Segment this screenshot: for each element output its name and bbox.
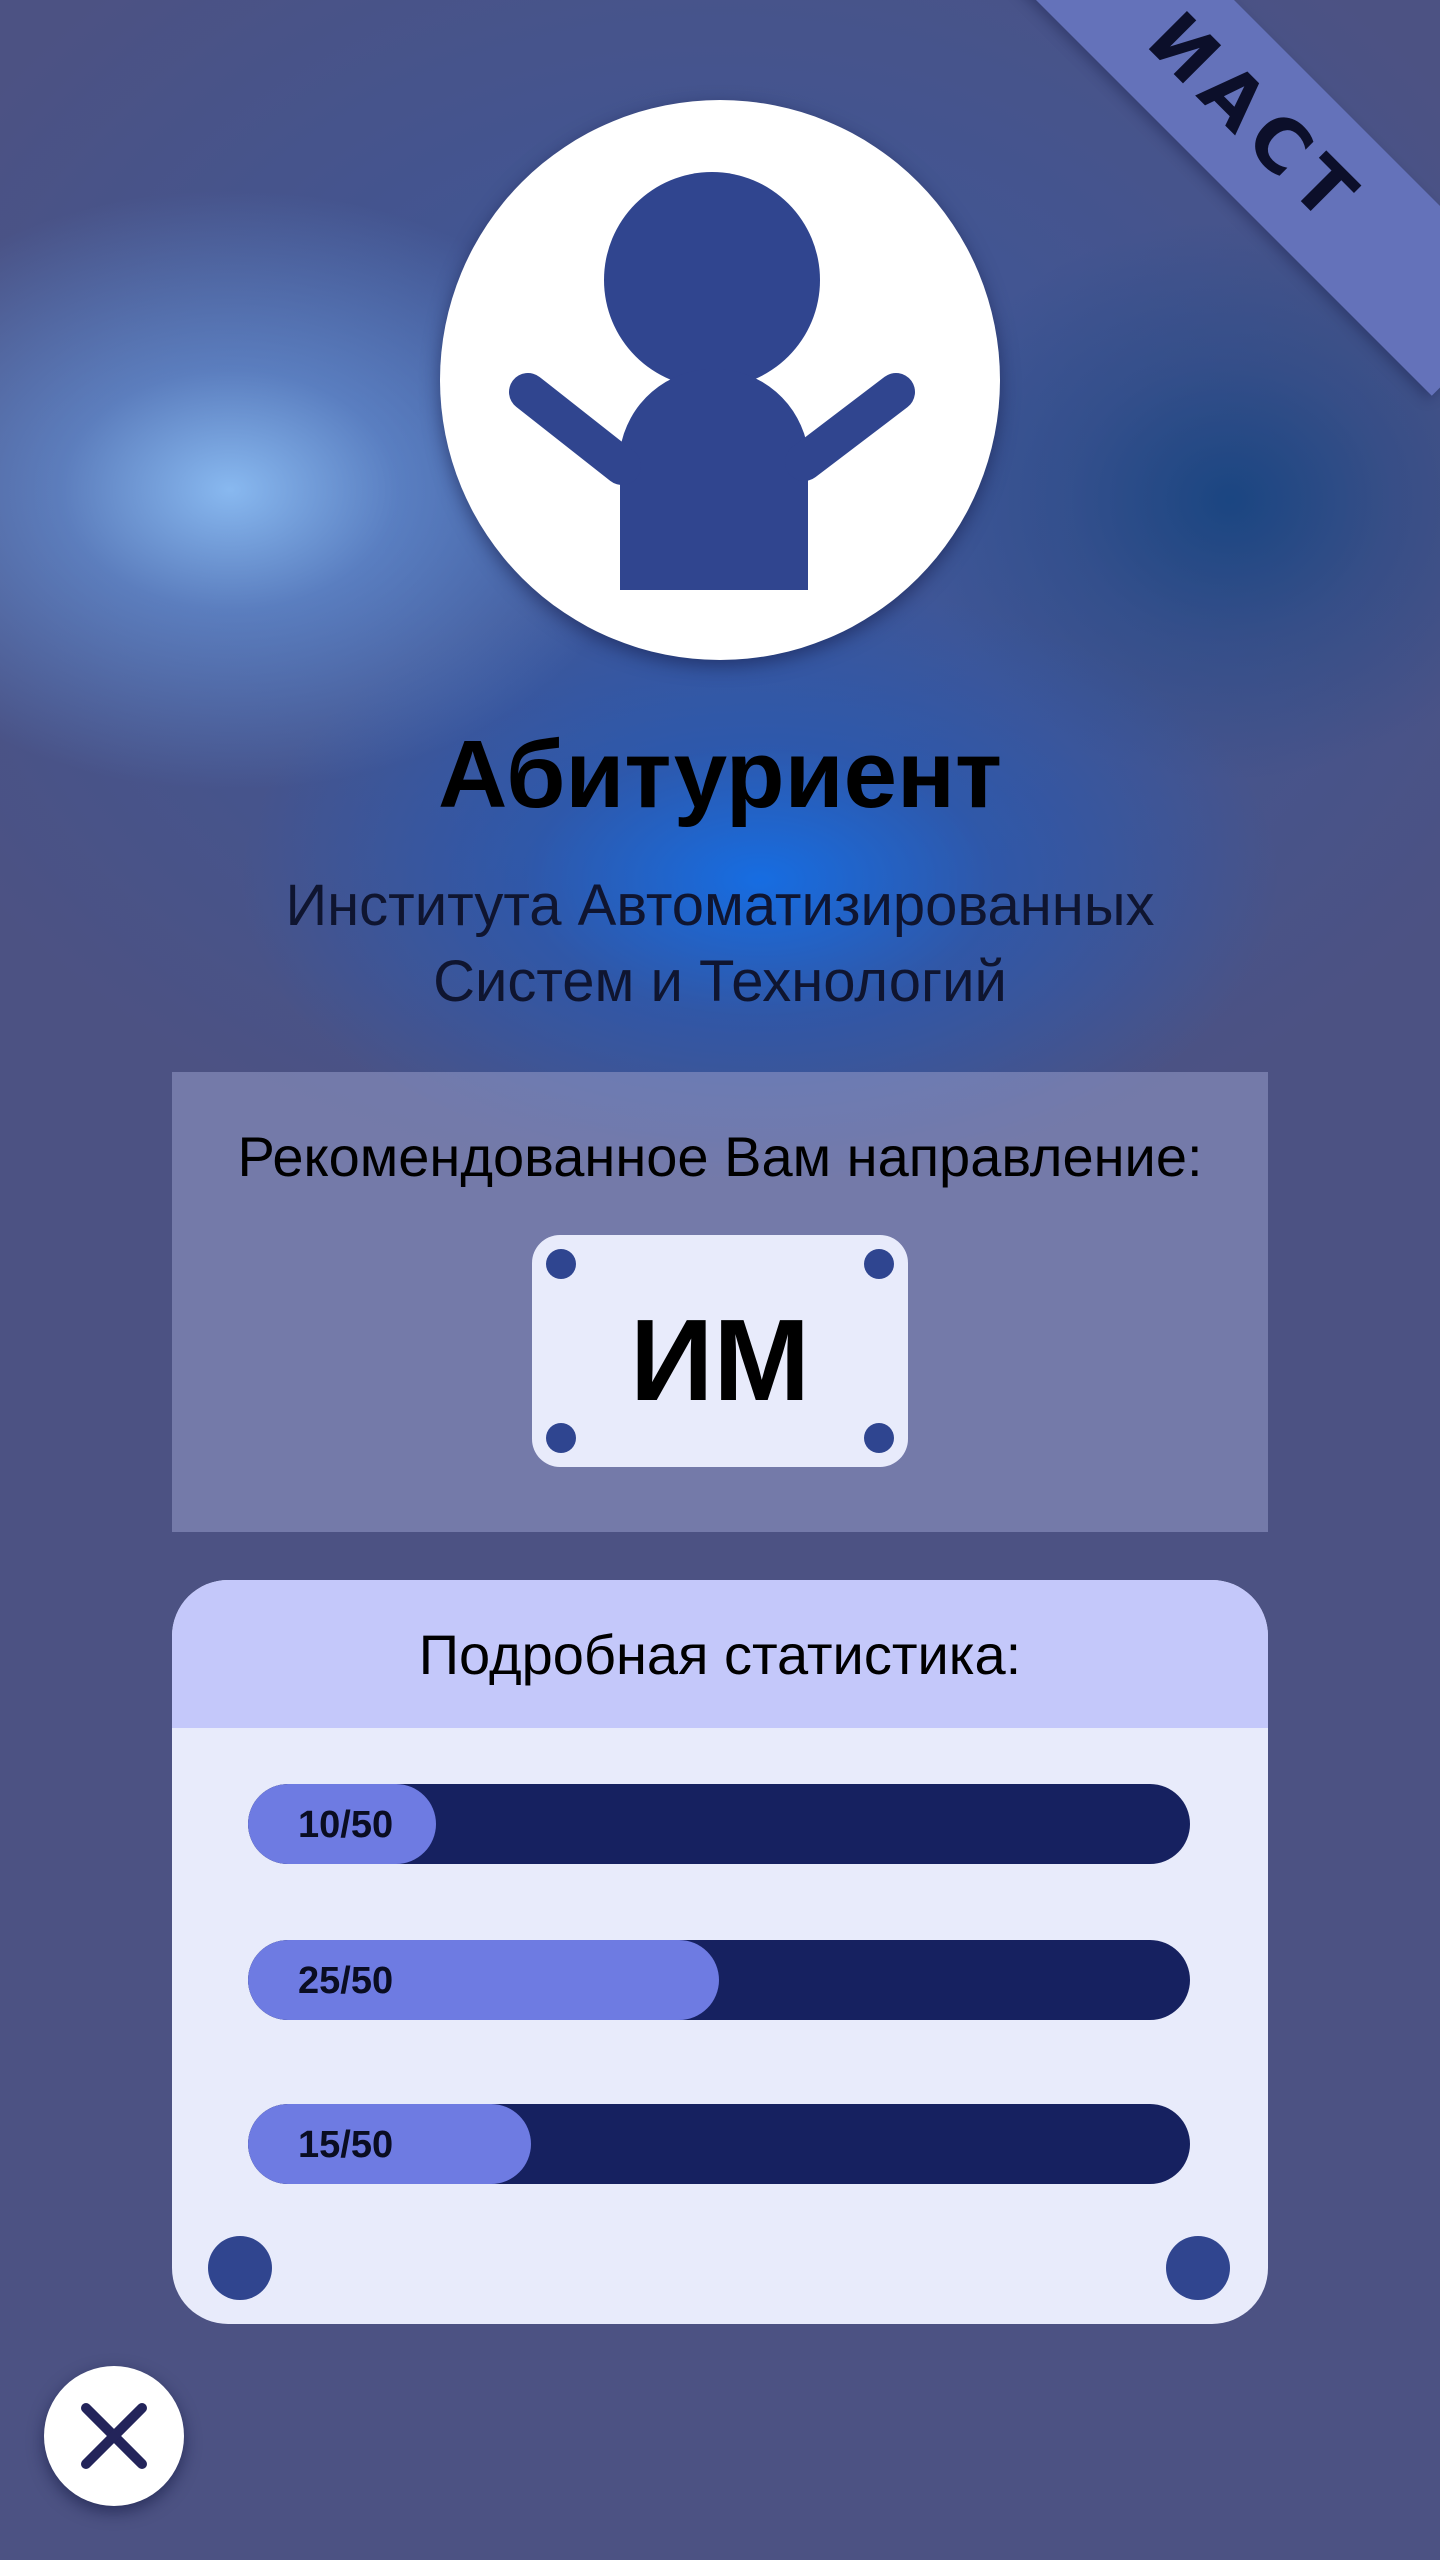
stat-bar-label: 25/50 bbox=[298, 1960, 394, 2002]
screw-bottom-left bbox=[546, 1423, 576, 1453]
person-icon bbox=[509, 172, 915, 590]
statistics-header: Подробная статистика: bbox=[172, 1580, 1268, 1728]
profile-title: Абитуриент bbox=[438, 721, 1002, 828]
profile-subtitle: Института Автоматизированных Систем и Те… bbox=[0, 868, 1440, 1020]
stat-bar-3: 15/50 bbox=[248, 2104, 1190, 2184]
avatar bbox=[440, 100, 1000, 660]
subtitle-line-1: Института Автоматизированных bbox=[285, 873, 1155, 938]
panel-dot-left bbox=[208, 2236, 272, 2300]
stat-bar-label: 15/50 bbox=[298, 2124, 394, 2166]
recommendation-code-plate: ИМ bbox=[532, 1235, 908, 1467]
panel-dot-right bbox=[1166, 2236, 1230, 2300]
recommendation-code: ИМ bbox=[629, 1295, 810, 1425]
stat-bar-2: 25/50 bbox=[248, 1940, 1190, 2020]
close-icon bbox=[81, 2403, 147, 2469]
recommendation-panel: Рекомендованное Вам направление: ИМ bbox=[172, 1072, 1268, 1532]
statistics-panel: Подробная статистика: 10/50 25/50 15/50 bbox=[172, 1580, 1268, 2324]
screw-top-right bbox=[864, 1249, 894, 1279]
recommendation-label: Рекомендованное Вам направление: bbox=[237, 1125, 1203, 1188]
statistics-title: Подробная статистика: bbox=[418, 1623, 1022, 1686]
screw-top-left bbox=[546, 1249, 576, 1279]
stat-bar-1: 10/50 bbox=[248, 1784, 1190, 1864]
screw-bottom-right bbox=[864, 1423, 894, 1453]
stat-bar-label: 10/50 bbox=[298, 1804, 394, 1846]
close-button[interactable] bbox=[44, 2366, 184, 2506]
subtitle-line-2: Систем и Технологий bbox=[433, 949, 1007, 1014]
